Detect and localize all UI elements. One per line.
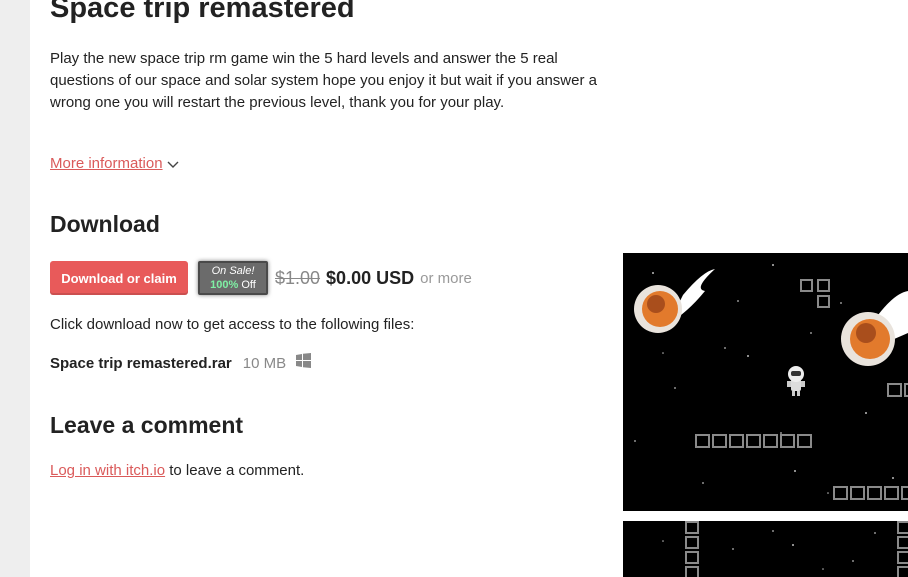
game-title: Space trip remastered xyxy=(50,0,355,24)
game-description: Play the new space trip rm game win the … xyxy=(50,50,597,111)
sale-percent: 100% xyxy=(210,279,239,291)
comment-login-line: Log in with itch.io to leave a comment. xyxy=(50,462,304,479)
sale-off: Off xyxy=(238,279,256,291)
download-or-claim-button[interactable]: Download or claim xyxy=(50,261,188,295)
purchase-row: Download or claim On Sale! 100% Off $1.0… xyxy=(50,260,472,296)
or-more-label: or more xyxy=(420,269,472,287)
original-price: $1.00 xyxy=(275,267,321,288)
chevron-down-icon xyxy=(167,156,179,173)
current-price: $0.00 USD xyxy=(326,267,415,288)
file-size: 10 MB xyxy=(242,354,287,372)
file-row: Space trip remastered.rar 10 MB xyxy=(50,353,312,373)
meteor-sprite xyxy=(841,291,908,366)
game-screenshot[interactable] xyxy=(623,253,908,511)
login-link[interactable]: Log in with itch.io xyxy=(50,462,165,479)
meteor-sprite xyxy=(634,269,715,333)
sale-badge-discount: 100% Off xyxy=(210,278,256,292)
sale-badge: On Sale! 100% Off xyxy=(198,261,268,295)
leave-comment-heading: Leave a comment xyxy=(50,412,244,438)
download-heading: Download xyxy=(50,211,160,237)
game-page: Space trip remastered Play the new space… xyxy=(30,0,908,577)
login-suffix: to leave a comment. xyxy=(165,462,305,479)
files-note: Click download now to get access to the … xyxy=(50,316,415,333)
windows-icon xyxy=(296,353,312,373)
more-information-label: More information xyxy=(50,155,163,172)
sale-badge-on-sale: On Sale! xyxy=(211,265,255,277)
more-information-toggle[interactable]: More information xyxy=(50,155,179,173)
game-screenshot[interactable] xyxy=(623,521,908,577)
astronaut-sprite xyxy=(787,366,805,396)
file-name: Space trip remastered.rar xyxy=(50,354,232,372)
